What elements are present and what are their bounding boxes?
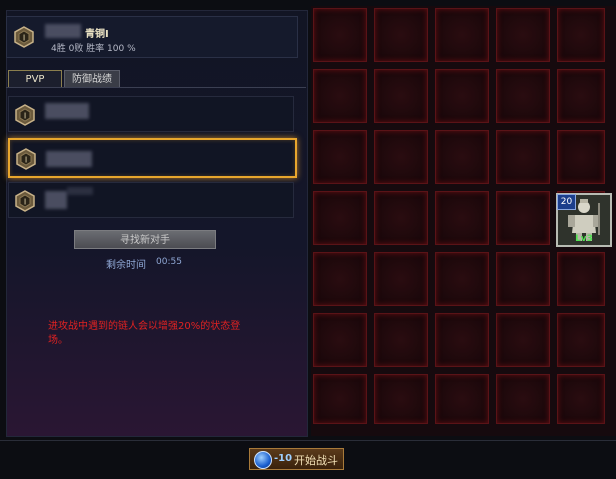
grid-cell[interactable]: [313, 8, 367, 62]
grid-cell[interactable]: [374, 69, 428, 123]
rank-hexagon-icon: I: [13, 26, 35, 48]
grid-cell[interactable]: [313, 252, 367, 306]
energy-cost: -10: [274, 453, 293, 464]
start-battle-label: 开始战斗: [294, 454, 338, 467]
grid-cell[interactable]: [435, 374, 489, 424]
grid-cell[interactable]: [374, 374, 428, 424]
grid-cell[interactable]: [313, 313, 367, 367]
grid-cell[interactable]: [435, 191, 489, 245]
svg-text:I: I: [24, 198, 26, 207]
tab-divider: [6, 87, 306, 88]
grid-cell[interactable]: [435, 313, 489, 367]
grid-cell[interactable]: [496, 252, 550, 306]
grid-cell[interactable]: [374, 313, 428, 367]
grid-cell[interactable]: [374, 191, 428, 245]
player-rank-name: 青铜I: [85, 29, 109, 40]
player-stats: 4胜 0败 胜率 100 %: [51, 44, 136, 54]
grid-cell[interactable]: [496, 69, 550, 123]
grid-cell[interactable]: [374, 130, 428, 184]
grid-cell[interactable]: [557, 130, 605, 184]
timer-label: 剩余时间: [106, 260, 146, 271]
grid-cell[interactable]: [435, 252, 489, 306]
opponent-name-blur: [67, 187, 93, 195]
opponent-name-blur: [45, 191, 67, 209]
find-new-opponent-button[interactable]: 寻找新对手: [74, 230, 216, 249]
tab-defense-record[interactable]: 防御战绩: [64, 70, 120, 87]
grid-cell[interactable]: [496, 8, 550, 62]
opponent-row-1[interactable]: I: [8, 96, 294, 132]
grid-cell[interactable]: [435, 69, 489, 123]
unit-card[interactable]: 20 Lv3: [556, 193, 612, 247]
grid-cell[interactable]: [435, 130, 489, 184]
grid-cell[interactable]: [374, 252, 428, 306]
tab-pvp[interactable]: PVP: [8, 70, 62, 87]
grid-cell[interactable]: [313, 69, 367, 123]
energy-icon: [254, 451, 272, 469]
grid-cell[interactable]: [557, 69, 605, 123]
grid-cell[interactable]: [435, 8, 489, 62]
svg-text:I: I: [23, 34, 25, 43]
grid-cell[interactable]: [313, 130, 367, 184]
grid-cell[interactable]: [496, 130, 550, 184]
opponent-row-3[interactable]: I: [8, 182, 294, 218]
grid-cell[interactable]: [496, 191, 550, 245]
battle-notice: 进攻战中遇到的链人会以增强20%的状态登场。: [48, 321, 241, 346]
grid-cell[interactable]: [496, 374, 550, 424]
unit-lv-label: Lv3: [575, 234, 593, 244]
grid-cell[interactable]: [557, 252, 605, 306]
unit-level-badge: 20: [557, 194, 576, 210]
grid-cell[interactable]: [557, 374, 605, 424]
rank-hexagon-icon: I: [14, 104, 36, 126]
grid-cell[interactable]: [313, 191, 367, 245]
grid-cell[interactable]: [313, 374, 367, 424]
rank-hexagon-icon: I: [15, 148, 37, 170]
grid-cell[interactable]: [557, 8, 605, 62]
player-card: I 青铜I 4胜 0败 胜率 100 %: [6, 16, 298, 58]
opponent-name-blur: [45, 103, 89, 119]
grid-cell[interactable]: [374, 8, 428, 62]
start-battle-button[interactable]: -10 开始战斗: [249, 448, 344, 470]
opponent-row-2[interactable]: I: [8, 138, 297, 178]
grid-cell[interactable]: [496, 313, 550, 367]
grid-cell[interactable]: [557, 313, 605, 367]
rank-hexagon-icon: I: [14, 190, 36, 212]
timer-value: 00:55: [156, 257, 182, 267]
player-avatar-blur: [45, 24, 81, 38]
opponent-name-blur: [46, 151, 92, 167]
svg-text:I: I: [25, 156, 27, 165]
svg-text:I: I: [24, 112, 26, 121]
